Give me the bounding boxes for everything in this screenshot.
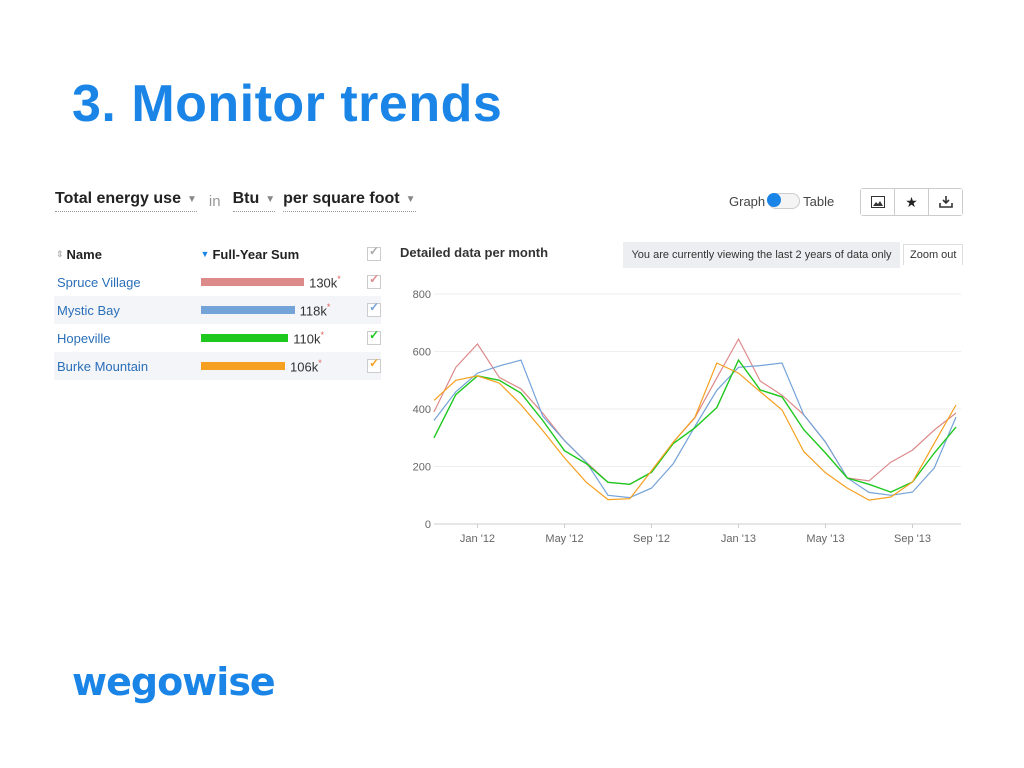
unit-dropdown[interactable]: Btu ▼ — [232, 190, 276, 212]
buildings-table: ⇕ Name ▼ Full-Year Sum ✓ Spruce Village 1… — [54, 240, 381, 380]
download-icon — [938, 196, 953, 208]
select-all-checkbox[interactable]: ✓ — [367, 244, 381, 261]
x-tick-label: May '13 — [806, 533, 844, 545]
normalization-dropdown[interactable]: per square foot ▼ — [283, 190, 416, 212]
y-tick-label: 0 — [425, 519, 431, 531]
metric-label: Total energy use — [55, 190, 181, 207]
series-line-mystic-bay[interactable] — [433, 359, 957, 499]
series-checkbox[interactable]: ✓ — [367, 356, 381, 373]
series-checkbox[interactable]: ✓ — [367, 328, 381, 345]
chevron-down-icon: ▼ — [186, 193, 197, 205]
sum-value: 118k* — [299, 301, 331, 319]
x-tick-label: Jan '12 — [460, 533, 495, 545]
x-tick-label: Sep '12 — [633, 533, 670, 545]
table-row: Hopeville 110k* ✓ — [54, 324, 381, 352]
sum-bar — [201, 277, 305, 286]
series-checkbox[interactable]: ✓ — [367, 300, 381, 317]
metric-controls: Total energy use ▼ in Btu ▼ per square f… — [55, 190, 416, 212]
table-row: Mystic Bay 118k* ✓ — [54, 296, 381, 324]
y-tick-label: 800 — [413, 289, 431, 301]
sum-bar — [201, 333, 289, 342]
slide-title: 3. Monitor trends — [72, 75, 503, 133]
sum-value: 110k* — [293, 329, 324, 347]
sum-cell: 106k* — [201, 358, 363, 374]
series-checkbox[interactable]: ✓ — [367, 272, 381, 289]
check-icon: ✓ — [369, 328, 380, 342]
star-icon: ★ — [905, 193, 918, 210]
connector-label: in — [208, 192, 221, 210]
chevron-down-icon: ▼ — [405, 193, 416, 205]
check-icon: ✓ — [369, 356, 380, 370]
data-range-notice: You are currently viewing the last 2 yea… — [623, 242, 900, 268]
chart-toolbar: ★ — [860, 188, 963, 216]
switch-knob — [767, 193, 782, 207]
view-toggle: Graph Table — [729, 193, 834, 209]
unit-label: Btu — [232, 190, 260, 207]
check-icon: ✓ — [369, 244, 380, 258]
normalization-label: per square foot — [283, 190, 400, 207]
building-name-link[interactable]: Burke Mountain — [54, 359, 201, 374]
building-name-link[interactable]: Mystic Bay — [54, 303, 201, 318]
sum-bar — [201, 305, 295, 314]
table-row: Burke Mountain 106k* ✓ — [54, 352, 381, 380]
table-header: ⇕ Name ▼ Full-Year Sum ✓ — [54, 240, 381, 268]
graph-label[interactable]: Graph — [729, 194, 765, 209]
x-tick-label: Jan '13 — [721, 533, 756, 545]
chevron-down-icon: ▼ — [265, 193, 276, 205]
chart-title: Detailed data per month — [400, 245, 549, 260]
monthly-line-chart: 0 200 400 600 800 Jan '12 May '12 Sep '12 Jan '1… — [413, 289, 961, 545]
name-header-label: Name — [66, 246, 102, 262]
y-tick-label: 200 — [413, 462, 431, 474]
sum-value: 106k* — [290, 357, 322, 375]
series-line-burke-mountain[interactable] — [433, 362, 957, 501]
sum-cell: 118k* — [201, 302, 363, 318]
wegowise-logo: wegowise — [72, 660, 276, 704]
x-tick-label: May '12 — [545, 533, 583, 545]
y-tick-label: 400 — [413, 404, 431, 416]
metric-dropdown[interactable]: Total energy use ▼ — [55, 190, 197, 212]
sum-cell: 130k* — [201, 274, 363, 290]
zoom-out-button[interactable]: Zoom out — [903, 244, 964, 265]
sum-bar — [201, 361, 286, 370]
series-line-spruce-village[interactable] — [433, 337, 957, 485]
graph-table-switch[interactable] — [767, 193, 801, 209]
building-name-link[interactable]: Spruce Village — [54, 275, 201, 290]
sort-icon: ⇕ — [56, 248, 64, 259]
table-row: Spruce Village 130k* ✓ — [54, 268, 381, 296]
building-name-link[interactable]: Hopeville — [54, 331, 201, 346]
sum-column-header[interactable]: ▼ Full-Year Sum — [201, 247, 363, 262]
check-icon: ✓ — [369, 272, 380, 286]
y-tick-label: 600 — [413, 347, 431, 359]
image-icon — [870, 196, 885, 208]
sort-desc-icon: ▼ — [200, 249, 210, 259]
check-icon: ✓ — [369, 300, 380, 314]
sum-header-label: Full-Year Sum — [212, 246, 300, 262]
name-column-header[interactable]: ⇕ Name — [54, 247, 201, 262]
sum-cell: 110k* — [201, 330, 363, 346]
favorite-button[interactable]: ★ — [895, 189, 929, 215]
table-label[interactable]: Table — [803, 194, 834, 209]
sum-value: 130k* — [309, 273, 341, 291]
download-button[interactable] — [929, 189, 962, 215]
x-tick-label: Sep '13 — [894, 533, 931, 545]
export-image-button[interactable] — [861, 189, 895, 215]
